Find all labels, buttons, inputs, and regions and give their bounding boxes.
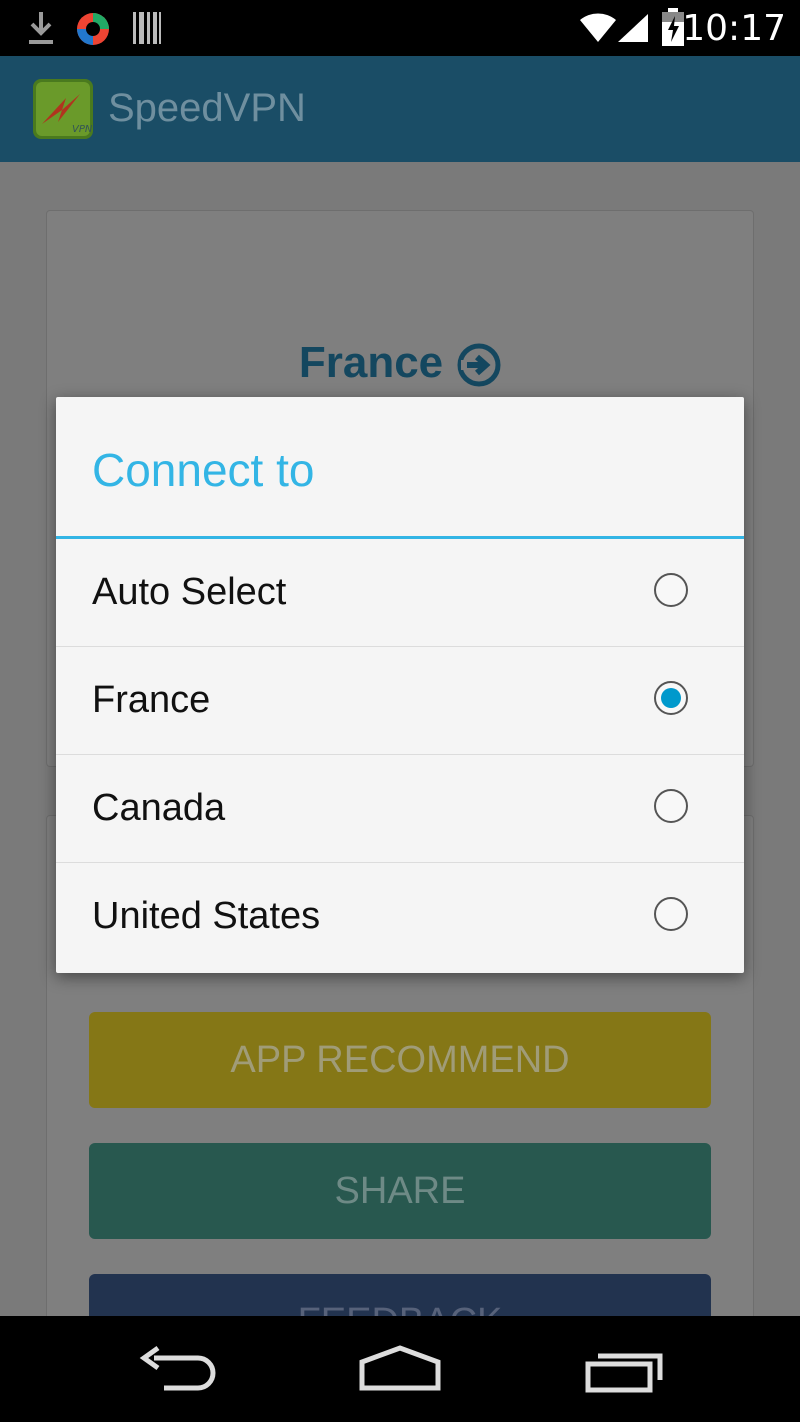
app-title: SpeedVPN bbox=[108, 86, 306, 130]
option-label: United States bbox=[92, 895, 321, 937]
radio-button[interactable] bbox=[654, 573, 688, 607]
selected-server[interactable]: France bbox=[0, 338, 800, 388]
home-icon[interactable] bbox=[358, 1344, 442, 1394]
app-logo-icon[interactable]: VPN bbox=[32, 78, 94, 140]
wifi-icon bbox=[580, 13, 616, 43]
radio-button[interactable] bbox=[654, 897, 688, 931]
app-notification-icon bbox=[77, 13, 109, 45]
option-united-states[interactable]: United States bbox=[56, 863, 744, 971]
connect-dialog: Connect to Auto Select France Canada Uni… bbox=[56, 397, 744, 973]
clock: 10:17 bbox=[682, 8, 786, 49]
option-canada[interactable]: Canada bbox=[56, 755, 744, 863]
option-auto-select[interactable]: Auto Select bbox=[56, 539, 744, 647]
option-france[interactable]: France bbox=[56, 647, 744, 755]
action-bar: VPN SpeedVPN bbox=[0, 56, 800, 162]
dialog-title: Connect to bbox=[92, 444, 315, 496]
signal-icon bbox=[618, 14, 648, 42]
selected-server-label: France bbox=[298, 338, 444, 387]
download-icon bbox=[29, 12, 53, 44]
option-label: France bbox=[92, 679, 211, 721]
back-icon[interactable] bbox=[138, 1344, 218, 1394]
navigation-bar bbox=[0, 1316, 800, 1422]
recent-apps-icon[interactable] bbox=[584, 1344, 666, 1394]
option-label: Auto Select bbox=[92, 571, 287, 613]
option-label: Canada bbox=[92, 787, 226, 829]
arrow-right-circle-icon bbox=[457, 343, 501, 387]
radio-button-checked[interactable] bbox=[654, 681, 688, 715]
dialog-header: Connect to bbox=[56, 397, 744, 539]
barcode-icon bbox=[133, 12, 161, 44]
share-button[interactable]: SHARE bbox=[89, 1143, 711, 1239]
app-logo-text: VPN bbox=[72, 124, 93, 135]
status-bar: 10:17 bbox=[0, 0, 800, 56]
radio-button[interactable] bbox=[654, 789, 688, 823]
app-recommend-button[interactable]: APP RECOMMEND bbox=[89, 1012, 711, 1108]
